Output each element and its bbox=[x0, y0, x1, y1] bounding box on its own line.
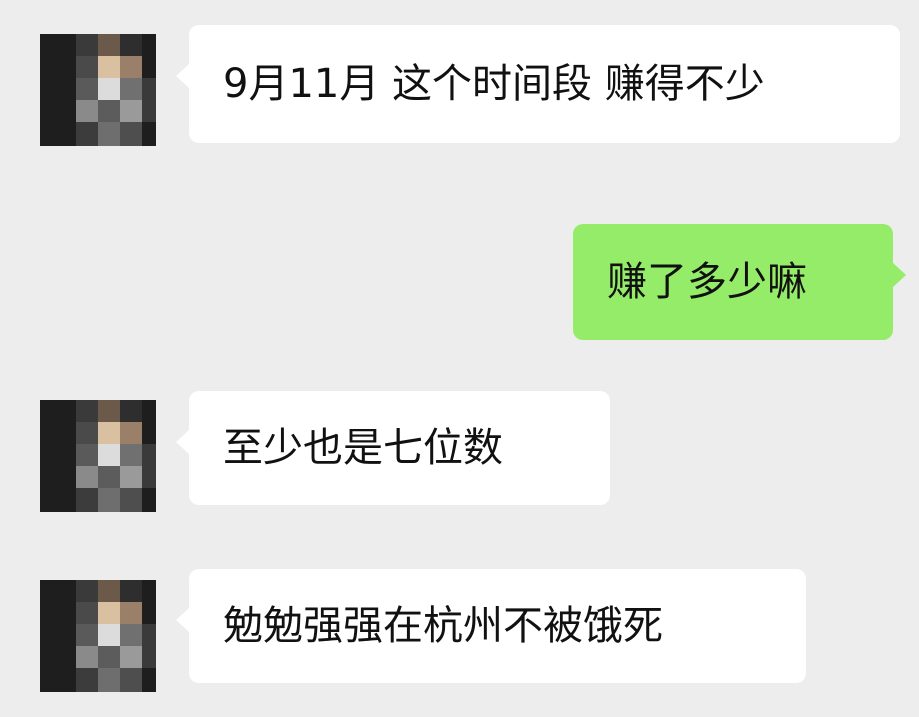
chat-window: 9月11月 这个时间段 赚得不少 赚了多少嘛 至少也是七位数 勉勉强强在杭州不被… bbox=[0, 0, 919, 717]
avatar-mosaic-icon bbox=[40, 580, 156, 692]
message-text: 9月11月 这个时间段 赚得不少 bbox=[223, 61, 765, 107]
incoming-message[interactable]: 至少也是七位数 bbox=[176, 391, 610, 505]
message-text: 赚了多少嘛 bbox=[607, 259, 807, 305]
avatar[interactable] bbox=[40, 400, 156, 512]
incoming-message[interactable]: 9月11月 这个时间段 赚得不少 bbox=[176, 25, 900, 143]
outgoing-message[interactable]: 赚了多少嘛 bbox=[573, 224, 906, 340]
avatar-mosaic-icon bbox=[40, 400, 156, 512]
avatar[interactable] bbox=[40, 34, 156, 146]
incoming-message[interactable]: 勉勉强强在杭州不被饿死 bbox=[176, 569, 806, 683]
avatar-mosaic-icon bbox=[40, 34, 156, 146]
message-text: 至少也是七位数 bbox=[223, 425, 503, 471]
message-text: 勉勉强强在杭州不被饿死 bbox=[223, 603, 663, 649]
avatar[interactable] bbox=[40, 580, 156, 692]
